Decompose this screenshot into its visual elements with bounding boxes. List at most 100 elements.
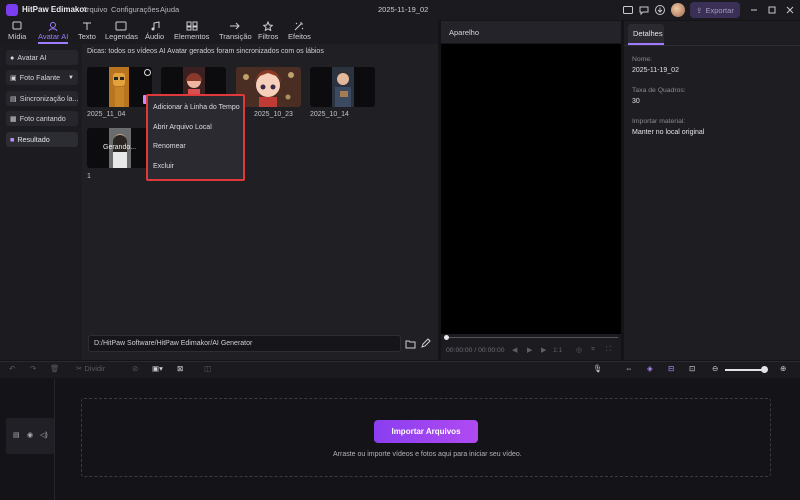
zoom-in-icon[interactable]: ⊕ xyxy=(780,364,786,373)
menu-configuracoes[interactable]: Configurações xyxy=(111,5,159,14)
media-label: 2025_10_14 xyxy=(310,111,349,118)
context-open-local-file[interactable]: Abrir Arquivo Local xyxy=(153,124,212,131)
text-icon xyxy=(82,22,91,30)
delete-icon[interactable]: 🗑 xyxy=(50,364,60,373)
avatar-thumbnail-image xyxy=(332,67,354,107)
undo-icon[interactable]: ↶ xyxy=(9,364,15,373)
tab-texto[interactable]: Texto xyxy=(78,21,96,43)
elements-icon xyxy=(186,21,198,31)
context-add-to-timeline[interactable]: Adicionar à Linha do Tempo xyxy=(153,104,240,111)
detach-icon[interactable]: ◫ xyxy=(204,364,211,373)
scissors-icon: ✂ xyxy=(76,364,83,373)
tip-text: Dicas: todos os vídeos AI Avatar gerados… xyxy=(87,48,324,55)
sidebar-item-foto-falante[interactable]: ▣ Foto Falante ▼ xyxy=(6,70,78,85)
snap-icon[interactable]: ◈ xyxy=(647,364,653,373)
singing-photo-icon: ▦ xyxy=(10,114,17,123)
split-button[interactable]: ✂ Dividir xyxy=(76,364,105,373)
timeline-toolbar xyxy=(0,361,800,378)
screen-icon[interactable] xyxy=(622,4,634,16)
media-label: 2025_11_04 xyxy=(87,111,126,118)
crop-tool-icon[interactable]: ⊠ xyxy=(177,364,183,373)
fullscreen-icon[interactable]: ⛶ xyxy=(606,346,611,354)
folder-open-icon[interactable] xyxy=(405,338,416,349)
sidebar-item-label: Sincronização la... xyxy=(19,94,78,103)
tab-audio[interactable]: Áudio xyxy=(145,21,164,43)
maximize-icon[interactable] xyxy=(766,4,778,16)
marker-dropdown-icon[interactable]: ▣▾ xyxy=(152,364,163,373)
media-label: 1 xyxy=(87,173,91,180)
sidebar-item-foto-cantando[interactable]: ▦ Foto cantando xyxy=(6,111,78,126)
volume-icon[interactable]: ◁) xyxy=(40,431,48,439)
freeze-icon[interactable]: ⊘ xyxy=(132,364,138,373)
tab-label: Texto xyxy=(78,32,96,41)
sidebar-item-resultado[interactable]: ■ Resultado xyxy=(6,132,78,147)
select-circle-icon[interactable] xyxy=(144,69,151,76)
sidebar-item-label: Foto cantando xyxy=(19,114,66,123)
user-avatar[interactable] xyxy=(671,3,685,17)
player-title: Aparelho xyxy=(441,21,621,43)
zoom-slider-handle[interactable] xyxy=(761,366,768,373)
tab-label: Mídia xyxy=(8,32,27,41)
fit-icon[interactable]: ⊡ xyxy=(689,364,695,373)
tab-label: Legendas xyxy=(105,32,138,41)
zoom-slider[interactable] xyxy=(725,369,765,371)
playhead-handle[interactable] xyxy=(444,335,449,340)
tab-avatar-ai[interactable]: Avatar AI xyxy=(38,21,68,43)
export-icon: ⇪ xyxy=(696,5,703,15)
edit-icon[interactable] xyxy=(420,338,431,349)
audio-icon xyxy=(151,21,160,31)
tab-legendas[interactable]: Legendas xyxy=(105,21,138,43)
app-title: HitPaw Edimakor xyxy=(22,5,88,14)
menu-ajuda[interactable]: Ajuda xyxy=(160,5,179,14)
sidebar-item-label: Avatar AI xyxy=(17,53,47,62)
media-thumbnail[interactable] xyxy=(236,67,301,107)
next-frame-icon[interactable]: ▶ xyxy=(541,346,546,354)
playback-track[interactable] xyxy=(446,337,618,338)
prev-frame-icon[interactable]: ◀ xyxy=(512,346,517,354)
eye-icon[interactable]: ◉ xyxy=(27,431,33,439)
tab-elementos[interactable]: Elementos xyxy=(174,21,209,43)
folder-icon: ■ xyxy=(10,135,15,144)
output-path-field[interactable]: D:/HitPaw Software/HitPaw Edimakor/AI Ge… xyxy=(88,335,401,352)
sidebar-item-label: Foto Falante xyxy=(19,73,61,82)
tab-efeitos[interactable]: Efeitos xyxy=(288,21,311,43)
export-label: Exportar xyxy=(705,5,734,15)
microphone-icon[interactable]: 🎙 xyxy=(593,364,603,373)
play-icon[interactable]: ▶ xyxy=(527,346,532,354)
captions-icon xyxy=(115,21,127,31)
minimize-icon[interactable] xyxy=(748,4,760,16)
link-icon[interactable]: ⇔ xyxy=(625,364,633,373)
avatar-thumbnail-image xyxy=(236,67,301,107)
tab-label: Avatar AI xyxy=(38,32,69,41)
close-icon[interactable] xyxy=(784,4,796,16)
avatar-ai-icon xyxy=(48,22,58,31)
tab-midia[interactable]: Mídia xyxy=(8,21,26,43)
export-button[interactable]: ⇪ Exportar xyxy=(690,2,740,18)
video-preview[interactable] xyxy=(441,44,621,334)
menu-arquivo[interactable]: Arquivo xyxy=(82,5,107,14)
crop-icon[interactable]: ⌗ xyxy=(591,346,595,354)
media-thumbnail[interactable]: Gerando... xyxy=(87,128,152,168)
drop-hint: Arraste ou importe vídeos e fotos aqui p… xyxy=(333,451,522,458)
media-label: 2025_10_23 xyxy=(254,111,293,118)
download-icon[interactable] xyxy=(654,4,666,16)
sidebar-item-label: Resultado xyxy=(17,135,50,144)
snapshot-icon[interactable]: ◎ xyxy=(576,346,582,354)
tab-transicao[interactable]: Transição xyxy=(219,21,252,43)
tab-filtros[interactable]: Filtros xyxy=(258,21,278,43)
sidebar-item-avatar-ai[interactable]: ● Avatar AI xyxy=(6,50,78,65)
sidebar-item-sincronizacao[interactable]: ▤ Sincronização la... xyxy=(6,91,78,106)
lock-icon[interactable]: ▤ xyxy=(13,431,20,439)
redo-icon[interactable]: ↷ xyxy=(30,364,36,373)
aspect-ratio[interactable]: 1:1 xyxy=(553,347,562,354)
message-icon[interactable] xyxy=(638,4,650,16)
import-files-button[interactable]: Importar Arquivos xyxy=(374,420,478,443)
zoom-out-icon[interactable]: ⊖ xyxy=(712,364,718,373)
context-delete[interactable]: Excluir xyxy=(153,163,174,170)
media-thumbnail[interactable] xyxy=(310,67,375,107)
tab-detalhes[interactable]: Detalhes xyxy=(628,24,664,44)
caret-down-icon: ▼ xyxy=(68,74,74,81)
magnet-icon[interactable]: ⊟ xyxy=(668,364,674,373)
transition-icon xyxy=(230,22,241,30)
context-rename[interactable]: Renomear xyxy=(153,143,186,150)
